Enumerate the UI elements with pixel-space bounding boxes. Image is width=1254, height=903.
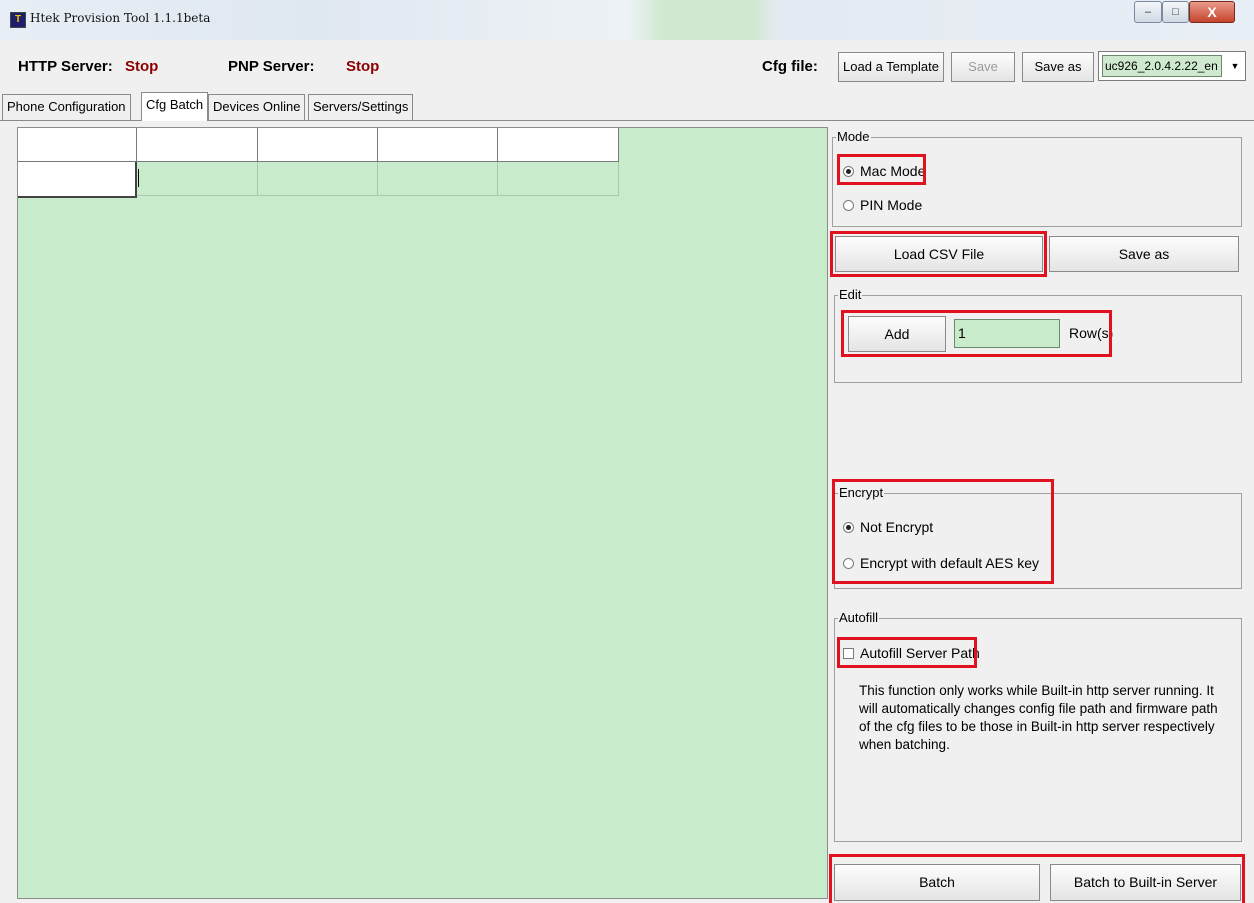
tab-devices-online[interactable]: Devices Online (208, 94, 306, 120)
grid-column-header[interactable] (258, 128, 378, 162)
load-template-button[interactable]: Load a Template (838, 52, 944, 82)
pnp-server-label: PNP Server: (228, 58, 315, 75)
mode-group-title: Mode (836, 129, 871, 144)
tab-servers-settings[interactable]: Servers/Settings (308, 94, 414, 120)
app-logo-icon: T (10, 12, 26, 28)
csv-save-as-button[interactable]: Save as (1049, 236, 1239, 272)
autofill-group-title: Autofill (838, 610, 880, 625)
cfg-file-label: Cfg file: (762, 58, 818, 75)
maximize-button[interactable]: □ (1162, 1, 1189, 23)
tab-phone-configuration[interactable]: Phone Configuration (2, 94, 131, 120)
http-server-label: HTTP Server: (18, 58, 113, 75)
minimize-button[interactable]: – (1134, 1, 1162, 23)
text-cursor (138, 169, 139, 187)
highlight-batch (829, 854, 1245, 903)
cfg-file-value: uc926_2.0.4.2.22_en (1102, 55, 1222, 77)
http-server-status: Stop (125, 58, 159, 75)
pin-mode-radio[interactable] (843, 200, 854, 211)
grid-corner-cell[interactable] (18, 128, 137, 162)
window-title: Htek Provision Tool 1.1.1beta (30, 11, 211, 25)
cfg-file-select[interactable]: uc926_2.0.4.2.22_en ▼ (1098, 51, 1246, 81)
tab-cfg-batch[interactable]: Cfg Batch (141, 92, 209, 121)
save-button[interactable]: Save (951, 52, 1015, 82)
grid-column-header[interactable] (378, 128, 498, 162)
grid-cell[interactable] (258, 162, 378, 196)
grid-column-header[interactable] (498, 128, 619, 162)
highlight-edit (841, 310, 1112, 357)
highlight-encrypt (832, 479, 1054, 584)
grid-cell[interactable] (378, 162, 498, 196)
close-button[interactable]: X (1189, 1, 1235, 23)
edit-group-title: Edit (838, 287, 863, 302)
grid-row-header[interactable] (18, 162, 137, 198)
grid-edit-cell[interactable] (137, 162, 258, 196)
grid-column-header[interactable] (137, 128, 258, 162)
chevron-down-icon[interactable]: ▼ (1227, 55, 1243, 77)
pnp-server-status: Stop (346, 58, 380, 75)
highlight-mac-mode (837, 154, 926, 185)
batch-grid[interactable] (17, 127, 828, 899)
highlight-autofill (837, 637, 977, 668)
pin-mode-label[interactable]: PIN Mode (860, 197, 922, 213)
grid-cell[interactable] (498, 162, 619, 196)
save-as-button[interactable]: Save as (1022, 52, 1094, 82)
autofill-description: This function only works while Built-in … (859, 683, 1218, 752)
highlight-load-csv (830, 231, 1047, 277)
